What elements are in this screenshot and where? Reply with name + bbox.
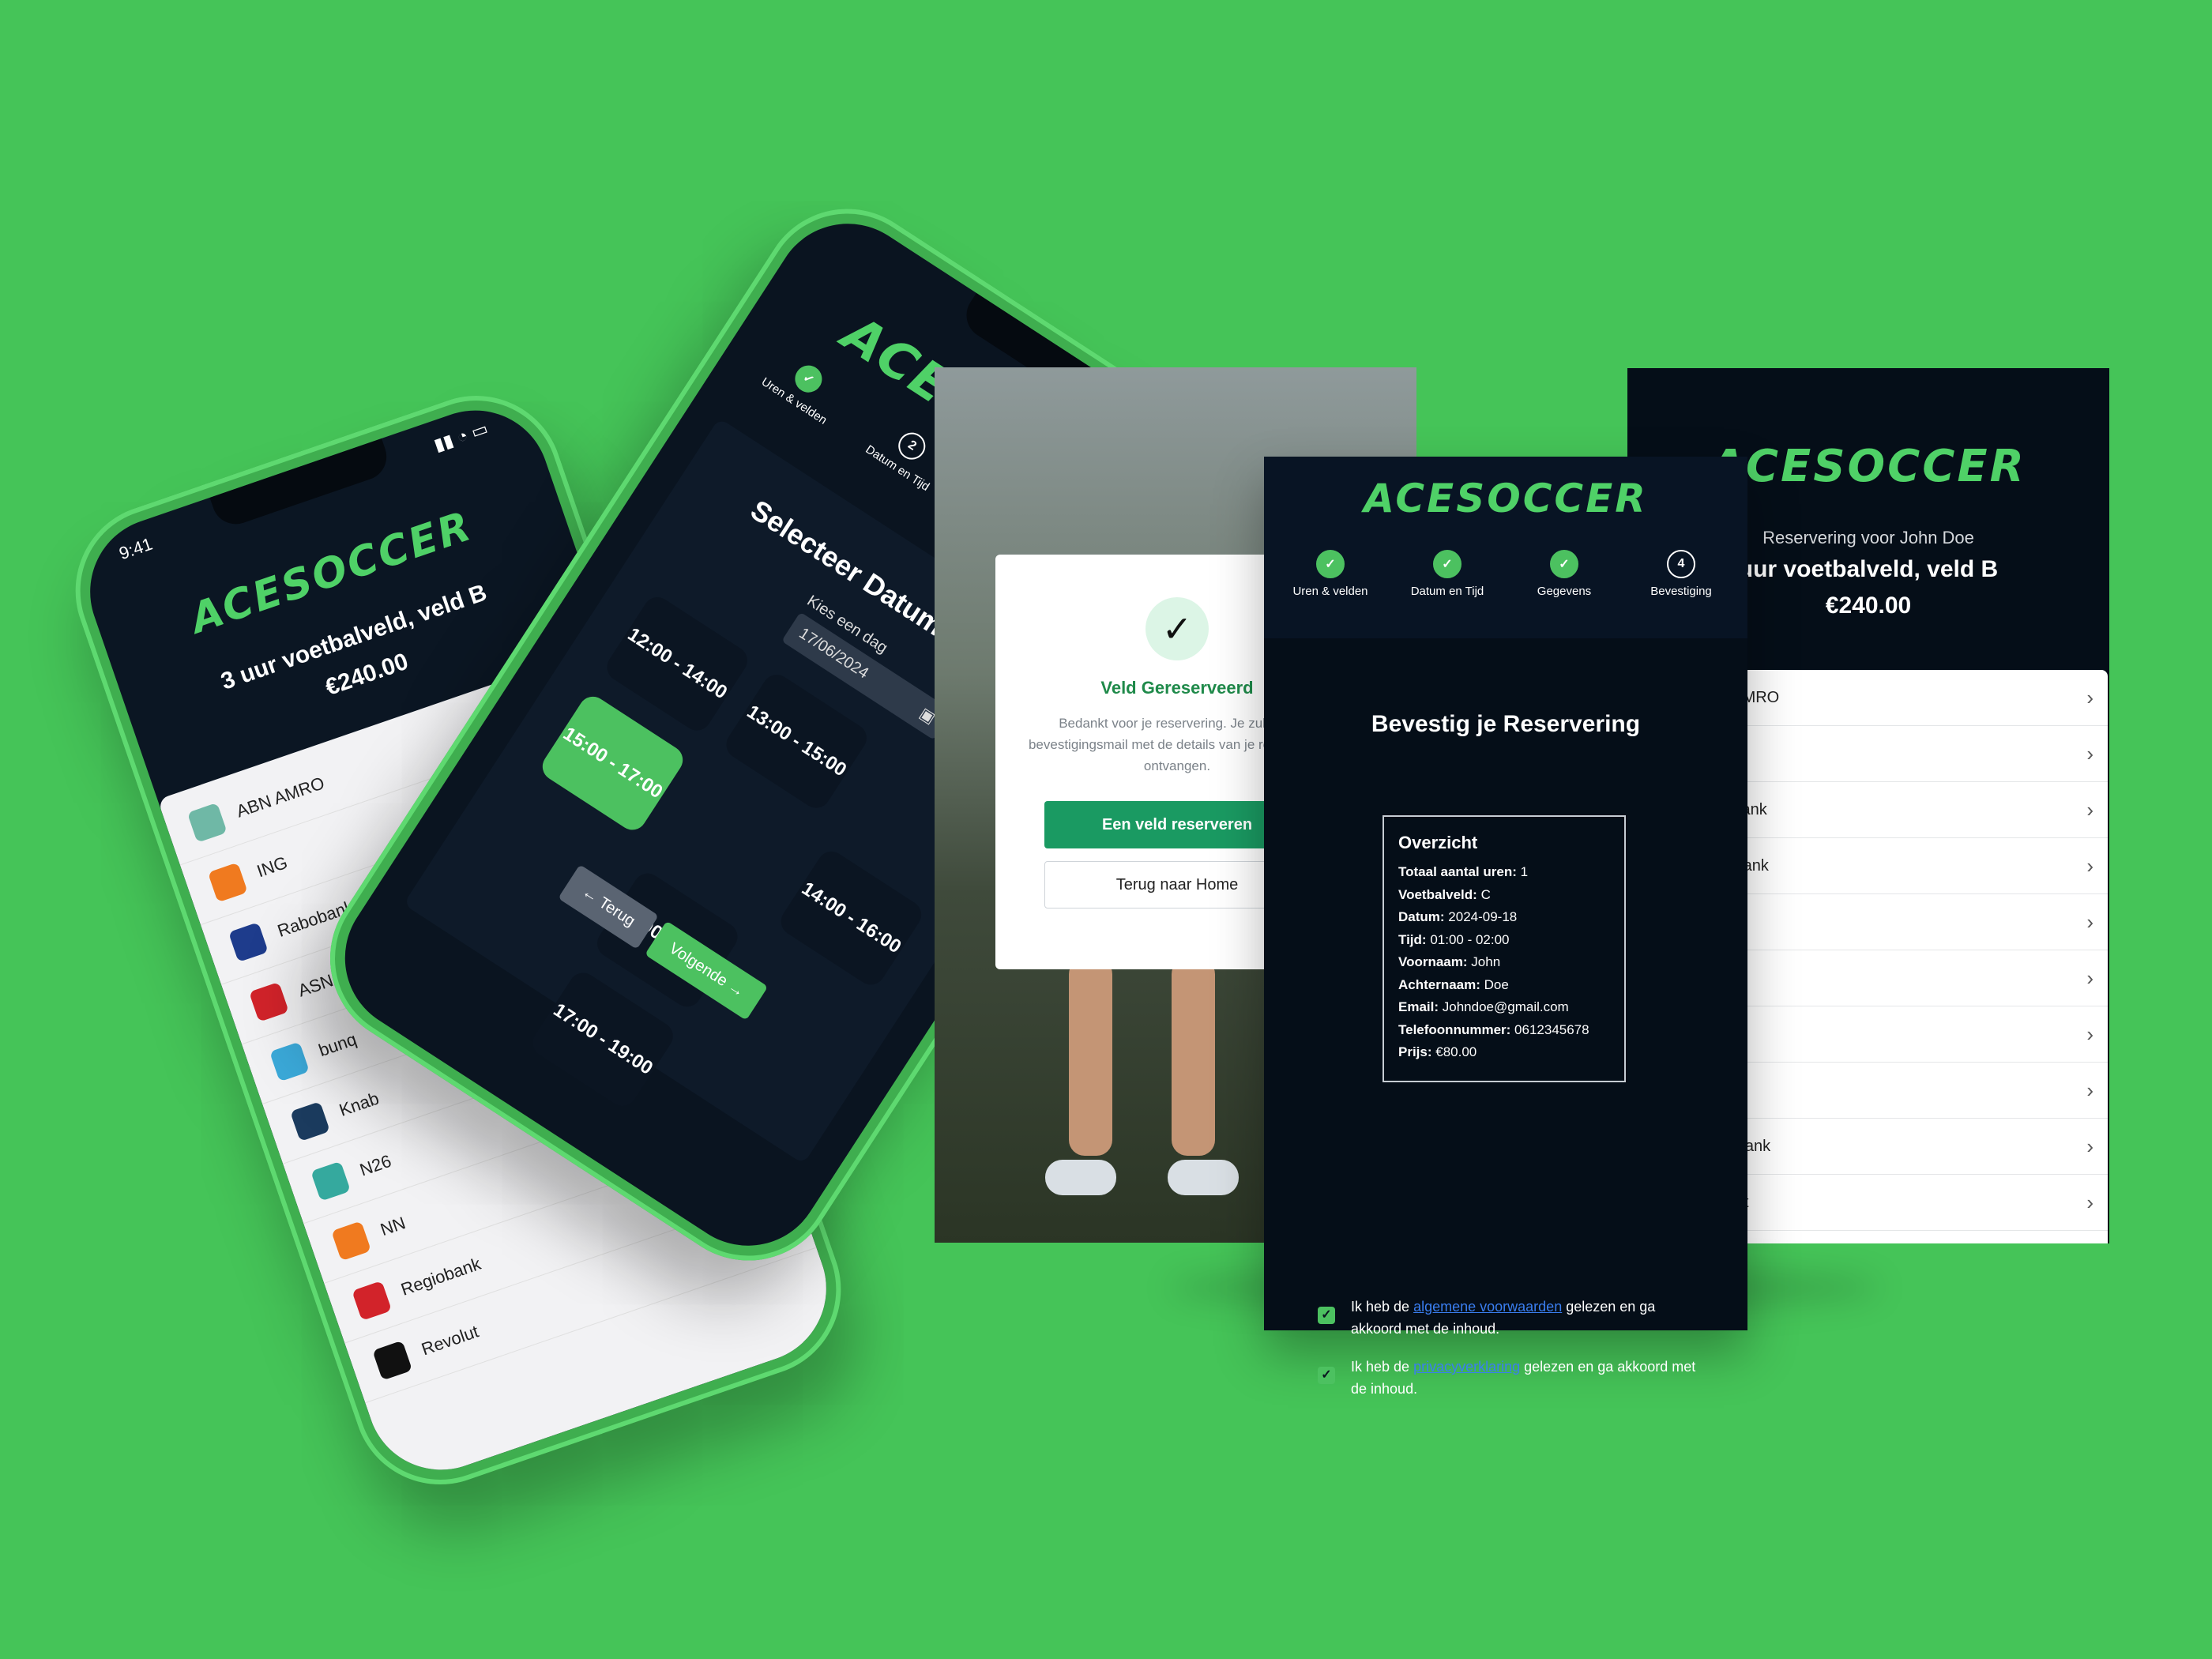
overview-value: John [1471,954,1501,969]
overview-value: 0612345678 [1514,1021,1589,1037]
overview-title: Overzicht [1398,833,1478,852]
overview-line: Achternaam: Doe [1398,974,1610,997]
bank-label: NN [378,1212,408,1240]
bank-label: N26 [356,1150,394,1180]
overview-line: Telefoonnummer: 0612345678 [1398,1019,1610,1042]
bank-label: Regiobank [398,1253,483,1300]
brand-logo: ACESOCCER [1364,476,1648,521]
bank-logo-icon [310,1161,351,1202]
overview-line: Email: Johndoe@gmail.com [1398,996,1610,1019]
page-title: Bevestig je Reservering [1371,711,1641,737]
bank-logo-icon [352,1280,392,1321]
player-shoe [1168,1160,1239,1195]
player-shoe [1045,1160,1116,1195]
privacy-text: Ik heb de privacyverklaring gelezen en g… [1351,1356,1697,1400]
chevron-right-icon: › [2086,1078,2094,1102]
bank-logo-icon [331,1220,371,1261]
bank-label: Knab [336,1088,382,1120]
chevron-right-icon: › [2086,741,2094,766]
chevron-right-icon: › [2086,909,2094,934]
privacy-checkbox[interactable]: ✓ [1318,1367,1335,1384]
step-item: ✓ Gegevens [1506,550,1623,598]
overview-box: Overzicht Totaal aantal uren: 1 Voetbalve… [1382,815,1626,1082]
step-label: Uren & velden [1292,585,1368,598]
overview-label: Voetbalveld: [1398,886,1477,902]
chevron-right-icon: › [2086,965,2094,990]
step-indicator: ✓ [1550,550,1578,578]
privacy-prefix: Ik heb de [1351,1359,1410,1375]
step-item: 4 Bevestiging [1623,550,1740,598]
chevron-right-icon: › [2086,797,2094,822]
bank-label: ING [254,852,290,881]
bank-label: ABN AMRO [233,772,327,822]
bank-logo-icon [186,802,228,843]
bank-logo-icon [248,981,289,1022]
bank-label: Revolut [419,1321,481,1359]
chevron-right-icon: › [2086,685,2094,709]
overview-label: Totaal aantal uren: [1398,864,1517,879]
overview-value: €80.00 [1435,1044,1477,1059]
terms-text: Ik heb de algemene voorwaarden gelezen e… [1351,1296,1697,1340]
chevron-right-icon: › [2086,853,2094,878]
terms-checkbox[interactable]: ✓ [1318,1307,1335,1324]
overview-value: Johndoe@gmail.com [1442,999,1569,1014]
overview-line: Prijs: €80.00 [1398,1041,1610,1064]
overview-line: Tijd: 01:00 - 02:00 [1398,929,1610,952]
step-indicator: ✓ [1316,550,1345,578]
step-indicator: 2 [893,427,931,465]
chevron-right-icon: › [2086,1134,2094,1158]
overview-label: Voornaam: [1398,954,1468,969]
overview-label: Tijd: [1398,931,1427,947]
overview-value: 2024-09-18 [1448,909,1518,924]
player-leg [1069,958,1112,1156]
chevron-right-icon: › [2086,1190,2094,1214]
status-time: 9:41 [116,533,156,564]
terms-agreement: ✓ Ik heb de algemene voorwaarden gelezen… [1318,1296,1697,1340]
bank-label: bunq [315,1029,359,1060]
step-label: Bevestiging [1650,585,1712,598]
overview-label: Email: [1398,999,1439,1014]
terms-prefix: Ik heb de [1351,1299,1410,1315]
step-label: Gegevens [1537,585,1592,598]
overview-line: Voornaam: John [1398,951,1610,974]
overview-label: Telefoonnummer: [1398,1021,1511,1037]
overview-line: Totaal aantal uren: 1 [1398,861,1610,884]
bank-logo-icon [228,921,269,962]
step-label: Datum en Tijd [1410,585,1484,598]
progress-steps: ✓ Uren & velden ✓ Datum en Tijd ✓ Gegevens… [1264,550,1747,598]
overview-list: Totaal aantal uren: 1 Voetbalveld: C Datum… [1398,861,1610,1064]
overview-label: Prijs: [1398,1044,1432,1059]
step-item: ✓ Uren & velden [1272,550,1389,598]
step-indicator: ✓ [789,360,827,398]
player-leg [1172,958,1215,1156]
overview-label: Datum: [1398,909,1445,924]
overview-line: Voetbalveld: C [1398,884,1610,907]
bank-logo-icon [372,1340,412,1381]
overview-value: C [1480,886,1491,902]
privacy-link[interactable]: privacyverklaring [1413,1359,1520,1375]
step-item: ✓ Datum en Tijd [1389,550,1506,598]
phone-notch [209,438,393,531]
confirmation-panel: ACESOCCER ✓ Uren & velden ✓ Datum en Tijd… [1264,457,1747,1397]
checkmark-icon: ✓ [1146,597,1209,660]
overview-value: 1 [1520,864,1529,879]
header: ACESOCCER ✓ Uren & velden ✓ Datum en Tijd… [1264,457,1747,638]
bank-logo-icon [289,1100,330,1142]
overview-value: 01:00 - 02:00 [1430,931,1510,947]
overview-line: Datum: 2024-09-18 [1398,906,1610,929]
status-icons: ▮▮ ◔ ▭ [431,418,491,455]
step-indicator: ✓ [1433,550,1462,578]
overview-label: Achternaam: [1398,976,1480,992]
step-indicator: 4 [1667,550,1695,578]
privacy-agreement: ✓ Ik heb de privacyverklaring gelezen en… [1318,1356,1697,1400]
terms-link[interactable]: algemene voorwaarden [1413,1299,1562,1315]
overview-value: Doe [1484,976,1509,992]
bank-logo-icon [269,1041,310,1082]
bank-logo-icon [207,862,248,902]
chevron-right-icon: › [2086,1021,2094,1046]
